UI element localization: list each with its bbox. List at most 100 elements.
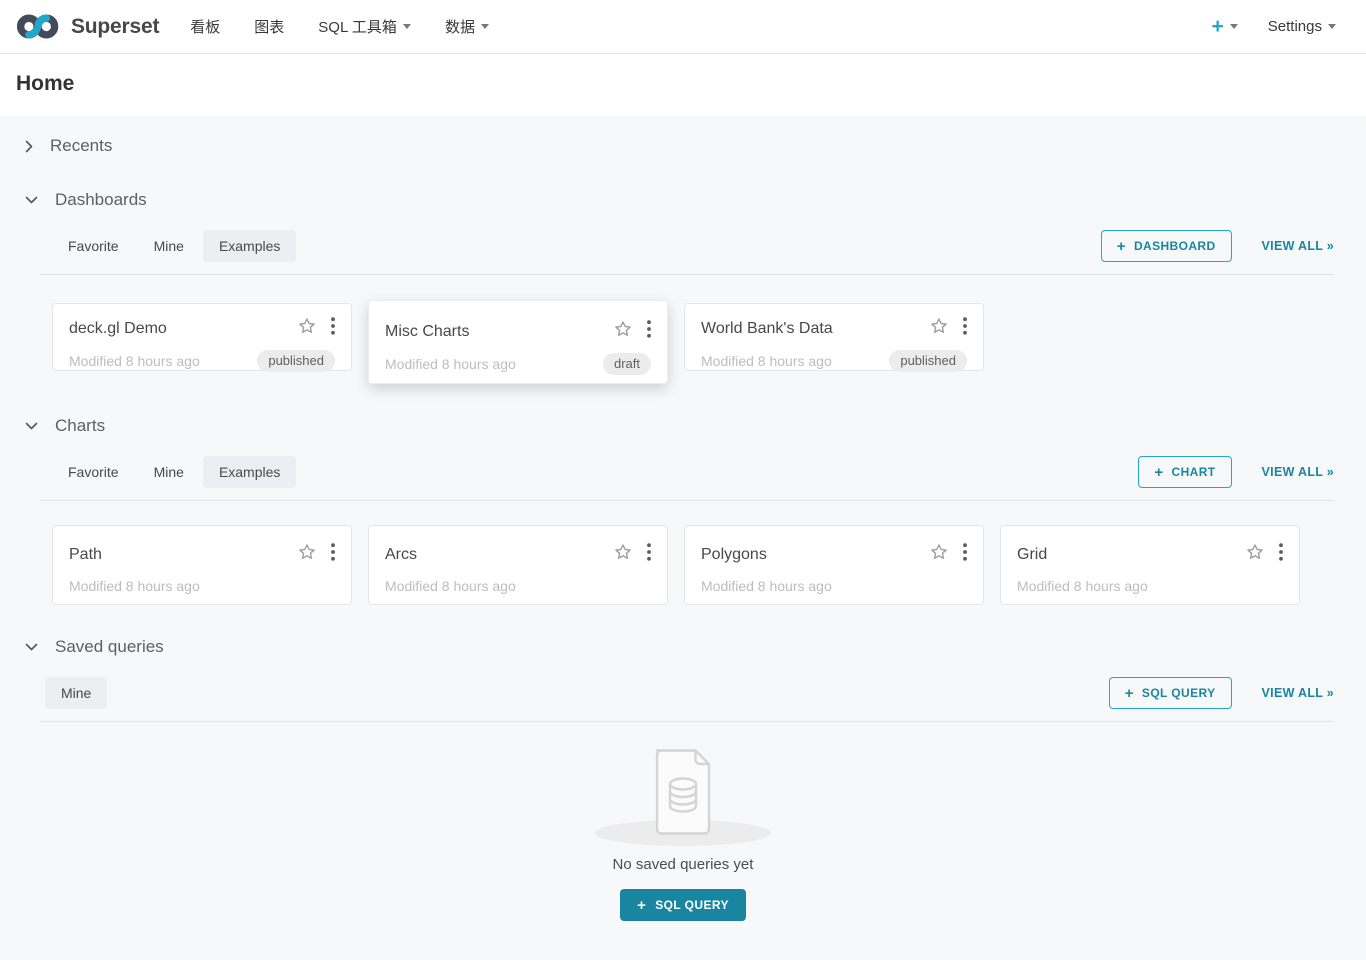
star-icon[interactable] — [929, 542, 949, 567]
tab-dashboards-favorite[interactable]: Favorite — [52, 230, 135, 262]
section-title-dashboards: Dashboards — [55, 190, 147, 210]
chevron-down-icon — [25, 422, 38, 430]
kebab-menu-icon[interactable] — [1279, 543, 1283, 566]
tab-charts-favorite[interactable]: Favorite — [52, 456, 135, 488]
chart-card[interactable]: Polygons Modified 8 hours ago — [684, 525, 984, 605]
star-icon[interactable] — [1245, 542, 1265, 567]
card-title: Arcs — [385, 546, 613, 564]
dashboards-subheader: Favorite Mine Examples + DASHBOARD VIEW … — [40, 230, 1334, 275]
home-content: Recents Dashboards Favorite Mine Example… — [0, 116, 1366, 921]
section-title-charts: Charts — [55, 416, 105, 436]
empty-state-message: No saved queries yet — [613, 856, 754, 873]
section-title-saved-queries: Saved queries — [55, 637, 164, 657]
menu-item-data[interactable]: 数据 — [428, 0, 506, 53]
star-icon[interactable] — [297, 316, 317, 341]
star-icon[interactable] — [613, 542, 633, 567]
card-modified: Modified 8 hours ago — [701, 353, 889, 369]
kebab-menu-icon[interactable] — [647, 320, 651, 343]
star-icon[interactable] — [929, 316, 949, 341]
plus-icon: + — [1212, 16, 1224, 37]
card-modified: Modified 8 hours ago — [69, 353, 257, 369]
empty-queries-file-database-icon — [651, 746, 715, 842]
charts-view-all-link[interactable]: VIEW ALL » — [1262, 465, 1334, 479]
superset-infinity-icon — [16, 12, 62, 41]
superset-logo[interactable]: Superset — [16, 12, 159, 41]
menu-item-sqllab[interactable]: SQL 工具箱 — [301, 0, 428, 53]
new-dashboard-button[interactable]: + DASHBOARD — [1101, 230, 1232, 262]
charts-actions: + CHART VIEW ALL » — [1138, 456, 1334, 488]
tab-charts-examples[interactable]: Examples — [203, 456, 296, 488]
caret-down-icon — [1230, 24, 1238, 29]
kebab-menu-icon[interactable] — [331, 543, 335, 566]
plus-icon: + — [637, 898, 646, 913]
dashboard-card[interactable]: World Bank's Data Modified 8 hours ago p… — [684, 303, 984, 371]
caret-down-icon — [403, 24, 411, 29]
menu-item-dashboards[interactable]: 看板 — [173, 0, 237, 53]
kebab-menu-icon[interactable] — [963, 317, 967, 340]
settings-dropdown[interactable]: Settings — [1268, 18, 1336, 35]
chart-card[interactable]: Grid Modified 8 hours ago — [1000, 525, 1300, 605]
new-chart-button[interactable]: + CHART — [1138, 456, 1231, 488]
charts-subheader: Favorite Mine Examples + CHART VIEW ALL … — [40, 456, 1334, 501]
chevron-down-icon — [25, 196, 38, 204]
main-menu: 看板 图表 SQL 工具箱 数据 — [173, 0, 506, 53]
star-icon[interactable] — [613, 319, 633, 344]
card-modified: Modified 8 hours ago — [69, 578, 335, 594]
status-badge: published — [257, 350, 335, 372]
section-title-recents: Recents — [50, 136, 112, 156]
caret-down-icon — [1328, 24, 1336, 29]
page-title: Home — [16, 72, 1350, 96]
dashboards-actions: + DASHBOARD VIEW ALL » — [1101, 230, 1334, 262]
status-badge: published — [889, 350, 967, 372]
saved-queries-subheader: Mine + SQL QUERY VIEW ALL » — [40, 677, 1334, 722]
top-navbar: Superset 看板 图表 SQL 工具箱 数据 + Settings — [0, 0, 1366, 54]
card-title: deck.gl Demo — [69, 320, 297, 338]
navbar-right: + Settings — [1212, 16, 1350, 37]
menu-item-charts[interactable]: 图表 — [237, 0, 301, 53]
tab-saved-queries-mine[interactable]: Mine — [45, 677, 107, 709]
card-modified: Modified 8 hours ago — [701, 578, 967, 594]
plus-icon: + — [1154, 465, 1163, 480]
dashboard-card[interactable]: Misc Charts Modified 8 hours ago draft — [368, 300, 668, 384]
dashboards-tabs: Favorite Mine Examples — [52, 230, 299, 262]
chevron-right-icon — [25, 140, 33, 153]
card-title: Path — [69, 546, 297, 564]
empty-state-sql-query-button[interactable]: + SQL QUERY — [620, 889, 746, 921]
tab-dashboards-examples[interactable]: Examples — [203, 230, 296, 262]
dashboards-view-all-link[interactable]: VIEW ALL » — [1262, 239, 1334, 253]
section-header-dashboards[interactable]: Dashboards — [0, 188, 1366, 212]
new-sql-query-button[interactable]: + SQL QUERY — [1109, 677, 1232, 709]
dashboard-card[interactable]: deck.gl Demo Modified 8 hours ago publis… — [52, 303, 352, 371]
charts-tabs: Favorite Mine Examples — [52, 456, 299, 488]
card-modified: Modified 8 hours ago — [385, 356, 603, 372]
chart-card[interactable]: Path Modified 8 hours ago — [52, 525, 352, 605]
card-modified: Modified 8 hours ago — [1017, 578, 1283, 594]
card-title: Grid — [1017, 546, 1245, 564]
plus-icon: + — [1117, 239, 1126, 254]
section-header-saved-queries[interactable]: Saved queries — [0, 635, 1366, 659]
kebab-menu-icon[interactable] — [331, 317, 335, 340]
saved-queries-actions: + SQL QUERY VIEW ALL » — [1109, 677, 1334, 709]
star-icon[interactable] — [297, 542, 317, 567]
section-header-charts[interactable]: Charts — [0, 414, 1366, 438]
plus-icon: + — [1125, 686, 1134, 701]
caret-down-icon — [481, 24, 489, 29]
tab-dashboards-mine[interactable]: Mine — [138, 230, 200, 262]
brand-name: Superset — [71, 15, 159, 39]
kebab-menu-icon[interactable] — [647, 543, 651, 566]
charts-cards-row: Path Modified 8 hours ago Arcs — [52, 525, 1334, 605]
tab-charts-mine[interactable]: Mine — [138, 456, 200, 488]
section-header-recents[interactable]: Recents — [0, 134, 1366, 158]
saved-queries-view-all-link[interactable]: VIEW ALL » — [1262, 686, 1334, 700]
saved-queries-empty-state: No saved queries yet + SQL QUERY — [0, 746, 1366, 921]
chart-card[interactable]: Arcs Modified 8 hours ago — [368, 525, 668, 605]
card-title: Misc Charts — [385, 323, 613, 341]
page-title-bar: Home — [0, 54, 1366, 116]
chevron-down-icon — [25, 643, 38, 651]
card-title: Polygons — [701, 546, 929, 564]
card-title: World Bank's Data — [701, 320, 929, 338]
new-item-dropdown[interactable]: + — [1212, 16, 1238, 37]
dashboards-cards-row: deck.gl Demo Modified 8 hours ago publis… — [52, 303, 1334, 384]
status-badge: draft — [603, 353, 651, 375]
kebab-menu-icon[interactable] — [963, 543, 967, 566]
